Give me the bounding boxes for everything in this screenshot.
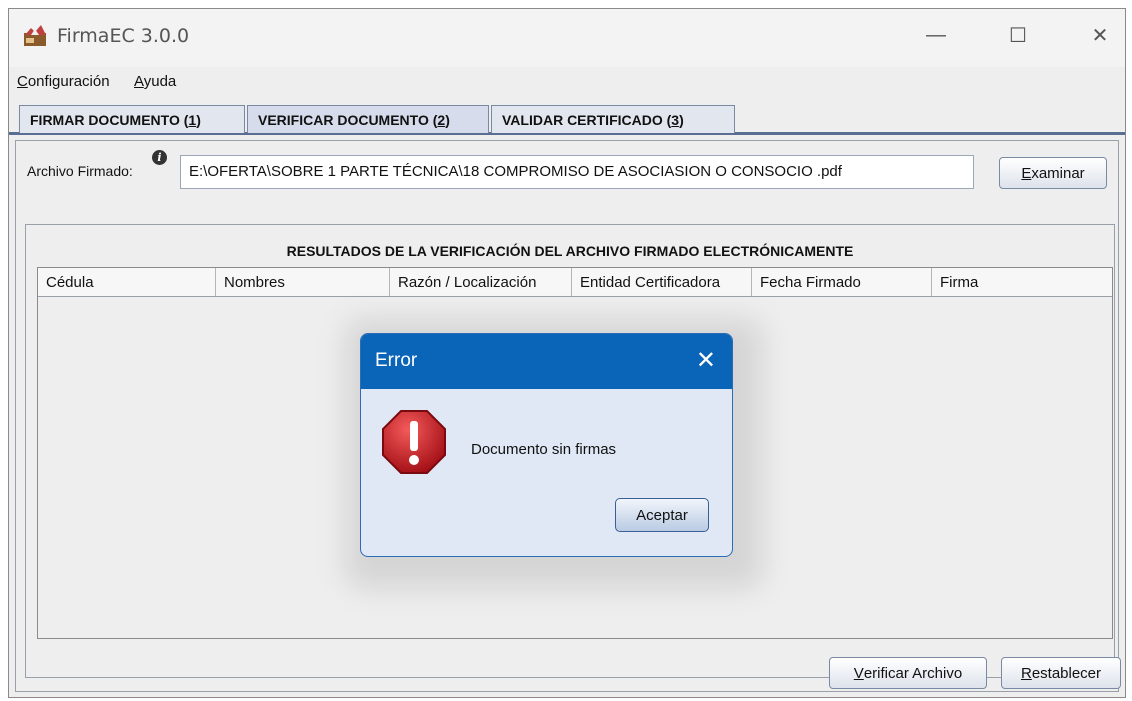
col-nombres[interactable]: Nombres [216, 268, 390, 296]
reset-label: establecer [1031, 664, 1102, 682]
close-icon: ✕ [695, 346, 716, 374]
browse-button[interactable]: Examinar [999, 157, 1107, 189]
menu-ayuda-label: yuda [143, 73, 177, 90]
dialog-title: Error [375, 350, 418, 371]
reset-button[interactable]: Restablecer [1001, 657, 1121, 689]
title-bar: FirmaEC 3.0.0 — ☐ ✕ [9, 9, 1125, 67]
close-icon: ✕ [1091, 24, 1109, 47]
col-entidad-certificadora[interactable]: Entidad Certificadora [572, 268, 752, 296]
verify-mnemonic: V [853, 664, 864, 682]
browse-label: xaminar [1031, 164, 1085, 182]
reset-mnemonic: R [1020, 664, 1032, 682]
app-title: FirmaEC 3.0.0 [57, 25, 190, 47]
app-logo-icon [24, 25, 46, 46]
tab-validar-certificado[interactable]: VALIDAR CERTIFICADO (3) [491, 105, 735, 133]
col-razon-localizacion[interactable]: Razón / Localización [390, 268, 572, 296]
col-firma[interactable]: Firma [932, 268, 1112, 296]
tab-firmar-documento[interactable]: FIRMAR DOCUMENTO (1) [19, 105, 245, 133]
results-title: RESULTADOS DE LA VERIFICACIÓN DEL ARCHIV… [286, 243, 854, 259]
maximize-icon: ☐ [1009, 24, 1027, 47]
file-label: Archivo Firmado: [27, 163, 133, 179]
dialog-close-button[interactable]: ✕ [696, 346, 716, 374]
tab-validar-label: VALIDAR CERTIFICADO [502, 111, 663, 128]
menu-bar: Configuración Ayuda [9, 67, 1125, 94]
minimize-button[interactable]: — [913, 15, 959, 55]
tab-verificar-documento[interactable]: VERIFICAR DOCUMENTO (2) [247, 105, 489, 133]
info-icon[interactable]: i [152, 150, 167, 165]
col-fecha-firmado[interactable]: Fecha Firmado [752, 268, 932, 296]
table-header: Cédula Nombres Razón / Localización Enti… [38, 268, 1112, 297]
verify-label: erificar Archivo [863, 664, 963, 682]
maximize-button[interactable]: ☐ [995, 15, 1041, 55]
tab-validar-key: 3 [671, 111, 680, 128]
menu-configuracion-mnemonic: C [17, 73, 28, 90]
menu-ayuda[interactable]: Ayuda [134, 73, 176, 90]
close-window-button[interactable]: ✕ [1077, 15, 1123, 55]
menu-configuracion[interactable]: Configuración [17, 73, 110, 90]
main-window: FirmaEC 3.0.0 — ☐ ✕ Configuración Ayuda … [8, 8, 1126, 698]
col-cedula[interactable]: Cédula [38, 268, 216, 296]
tab-firmar-label: FIRMAR DOCUMENTO [30, 111, 180, 128]
dialog-message: Documento sin firmas [471, 441, 617, 458]
tab-verificar-label: VERIFICAR DOCUMENTO [258, 111, 429, 128]
browse-mnemonic: E [1021, 164, 1032, 182]
tab-verificar-key: 2 [437, 111, 446, 128]
error-dialog: Error ✕ Documento sin firmas Aceptar [360, 333, 733, 557]
menu-ayuda-mnemonic: A [134, 73, 144, 90]
file-path-field[interactable]: E:\OFERTA\SOBRE 1 PARTE TÉCNICA\18 COMPR… [180, 155, 974, 189]
error-stop-icon [382, 410, 446, 474]
verify-file-button[interactable]: Verificar Archivo [829, 657, 987, 689]
dialog-title-bar: Error ✕ [361, 334, 732, 389]
accept-button[interactable]: Aceptar [615, 498, 709, 532]
minimize-icon: — [926, 23, 946, 46]
menu-configuracion-label: onfiguración [27, 73, 110, 90]
tab-firmar-key: 1 [188, 111, 197, 128]
